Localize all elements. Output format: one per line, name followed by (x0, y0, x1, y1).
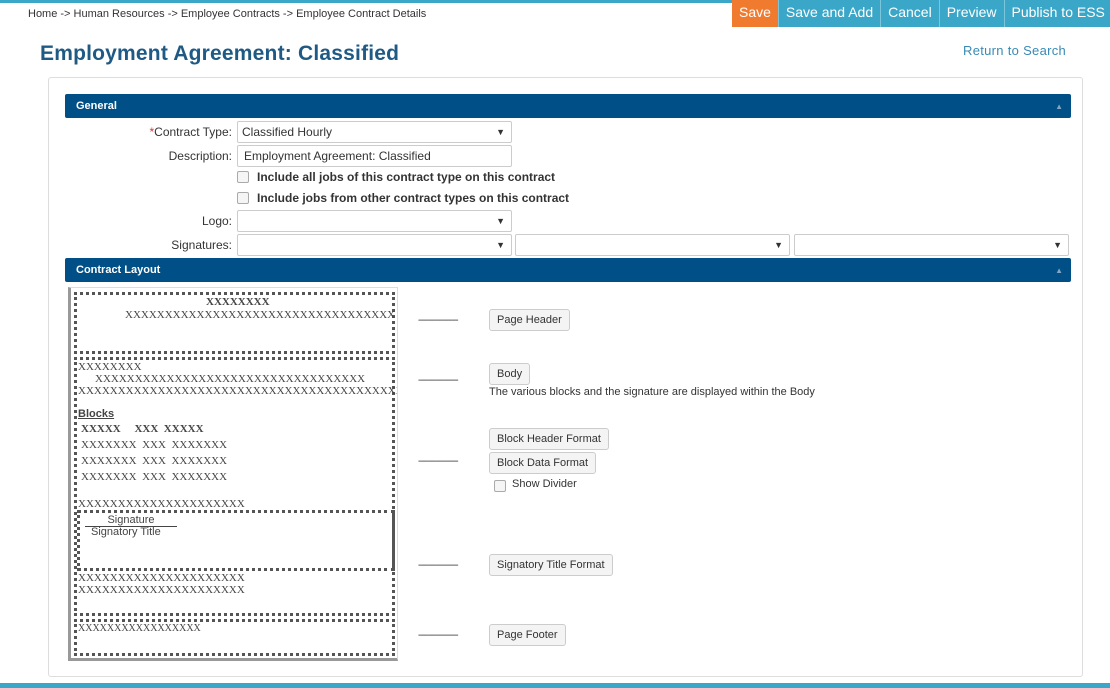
connector-line: ----------------- (418, 456, 459, 467)
signatures-label: Signatures: (171, 238, 232, 252)
signatory-title-format-button[interactable]: Signatory Title Format (489, 554, 613, 576)
include-other-types-checkbox[interactable] (237, 192, 249, 204)
show-divider-label: Show Divider (512, 478, 577, 490)
preview-footer-line: XXXXXXXXXXXXXXXXX (78, 623, 201, 634)
chevron-down-icon: ▼ (1053, 240, 1062, 250)
body-button[interactable]: Body (489, 363, 531, 385)
collapse-caret-icon[interactable]: ▲ (1055, 95, 1063, 119)
preview-block-row: XXXXXXX XXX XXXXXXX (81, 455, 228, 467)
contract-layout-section-title: Contract Layout (76, 264, 161, 276)
page-footer-button[interactable]: Page Footer (489, 624, 566, 646)
chevron-down-icon: ▼ (774, 240, 783, 250)
save-and-add-button[interactable]: Save and Add (777, 0, 881, 27)
logo-label: Logo: (201, 214, 232, 228)
block-header-format-button[interactable]: Block Header Format (489, 428, 609, 450)
bottom-accent-bar (0, 683, 1110, 688)
contract-layout-section-header[interactable]: Contract Layout ▲ (65, 258, 1071, 282)
collapse-caret-icon[interactable]: ▲ (1055, 259, 1063, 283)
contract-type-select[interactable]: Classified Hourly ▼ (237, 121, 512, 143)
page-header-button[interactable]: Page Header (489, 309, 570, 331)
signature-select-1[interactable]: ▼ (237, 234, 512, 256)
connector-line: ----------------- (418, 630, 459, 641)
contract-type-label: *Contract Type: (149, 125, 233, 139)
preview-body-line-2: XXXXXXXXXXXXXXXXXXXXXXXXXXXXXXXXXX (95, 373, 366, 385)
show-divider-checkbox[interactable] (494, 480, 506, 492)
cancel-button[interactable]: Cancel (880, 0, 939, 27)
preview-blocks-title: Blocks (78, 408, 115, 420)
contract-type-value: Classified Hourly (242, 125, 333, 139)
breadcrumb: Home -> Human Resources -> Employee Cont… (28, 8, 427, 20)
return-to-search-link[interactable]: Return to Search (963, 43, 1066, 58)
save-button[interactable]: Save (732, 0, 778, 27)
action-toolbar: Save Save and Add Cancel Preview Publish… (732, 0, 1110, 27)
general-section-header[interactable]: General ▲ (65, 94, 1071, 118)
include-all-jobs-label: Include all jobs of this contract type o… (257, 170, 556, 184)
connector-line: ----------------- (418, 560, 459, 571)
chevron-down-icon: ▼ (496, 240, 505, 250)
preview-block-head: XXXXX XXX XXXXX (81, 423, 204, 435)
publish-to-ess-button[interactable]: Publish to ESS (1003, 0, 1110, 27)
contract-layout-preview: XXXXXXXX XXXXXXXXXXXXXXXXXXXXXXXXXXXXXXX… (68, 287, 398, 661)
preview-header-line-2: XXXXXXXXXXXXXXXXXXXXXXXXXXXXXXXXXX (125, 309, 396, 321)
connector-line: ----------------- (418, 315, 459, 326)
preview-after-blocks: XXXXXXXXXXXXXXXXXXXXX (78, 498, 245, 510)
body-note: The various blocks and the signature are… (489, 386, 815, 398)
preview-body-line-1: XXXXXXXX (78, 361, 142, 373)
include-all-jobs-checkbox[interactable] (237, 171, 249, 183)
signature-select-2[interactable]: ▼ (515, 234, 790, 256)
chevron-down-icon: ▼ (496, 127, 505, 137)
preview-block-row: XXXXXXX XXX XXXXXXX (81, 439, 228, 451)
preview-after-signature-2: XXXXXXXXXXXXXXXXXXXXX (78, 584, 245, 596)
preview-body-line-3: XXXXXXXXXXXXXXXXXXXXXXXXXXXXXXXXXXXXXXXX… (78, 385, 397, 397)
preview-button[interactable]: Preview (938, 0, 1004, 27)
preview-signatory-title: Signatory Title (91, 526, 161, 538)
chevron-down-icon: ▼ (496, 216, 505, 226)
include-other-types-label: Include jobs from other contract types o… (257, 191, 570, 205)
general-section-title: General (76, 100, 117, 112)
preview-after-signature-1: XXXXXXXXXXXXXXXXXXXXX (78, 572, 245, 584)
preview-block-row: XXXXXXX XXX XXXXXXX (81, 471, 228, 483)
preview-header-line-1: XXXXXXXX (206, 296, 270, 308)
logo-select[interactable]: ▼ (237, 210, 512, 232)
signature-select-3[interactable]: ▼ (794, 234, 1069, 256)
description-input[interactable]: Employment Agreement: Classified (237, 145, 512, 167)
connector-line: ----------------- (418, 375, 459, 386)
page-title: Employment Agreement: Classified (40, 42, 400, 65)
description-label: Description: (168, 149, 232, 163)
block-data-format-button[interactable]: Block Data Format (489, 452, 597, 474)
